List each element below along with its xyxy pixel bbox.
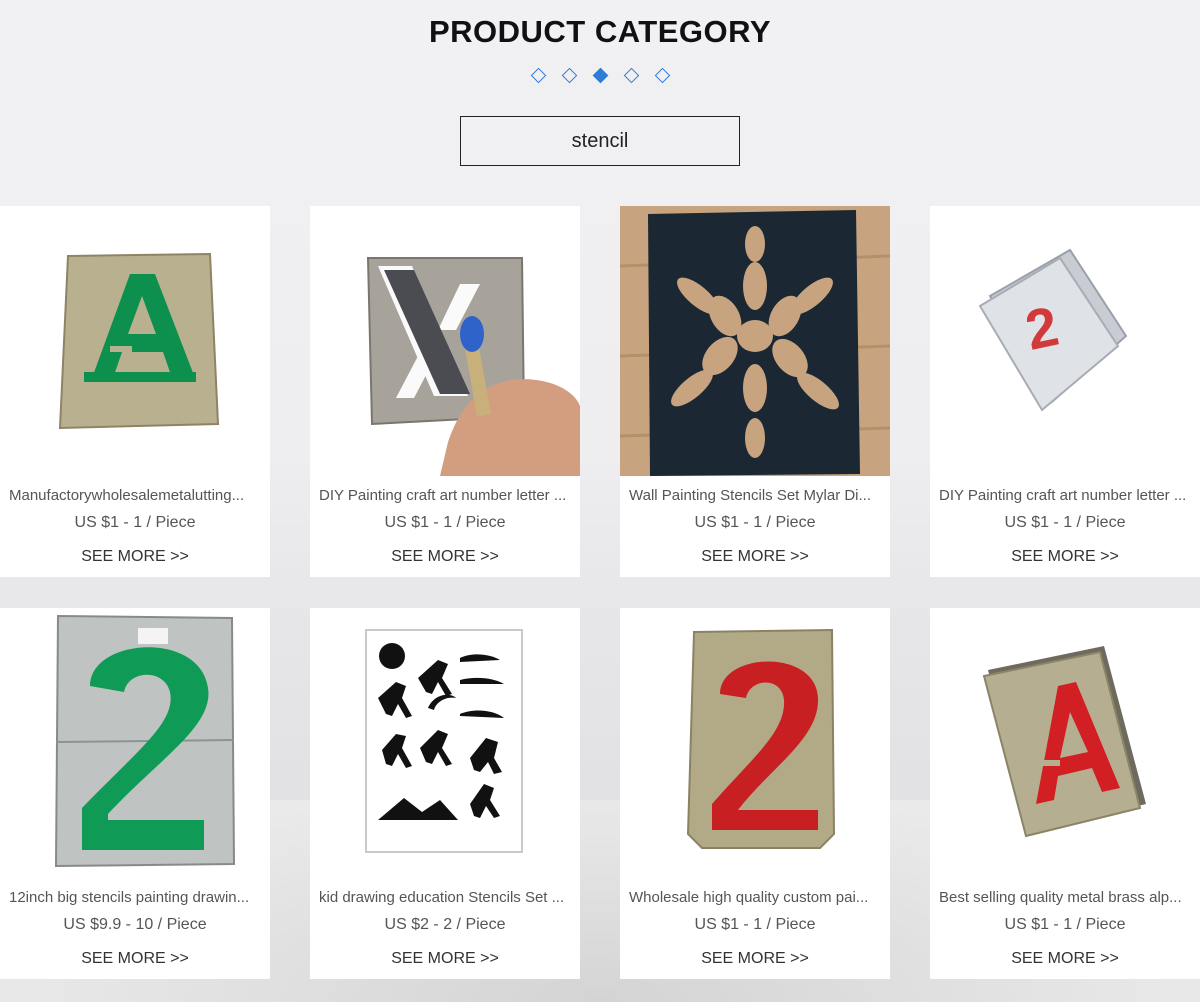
pager-dot[interactable]	[561, 67, 577, 84]
product-name[interactable]: Wholesale high quality custom pai...	[629, 889, 881, 906]
product-name[interactable]: DIY Painting craft art number letter ...	[939, 487, 1191, 504]
product-price: US $1 - 1 / Piece	[694, 514, 816, 531]
see-more-link[interactable]: SEE MORE >>	[310, 548, 580, 566]
product-card[interactable]: Wholesale high quality custom pai... US …	[620, 608, 890, 979]
see-more-link[interactable]: SEE MORE >>	[0, 548, 270, 566]
product-image[interactable]	[0, 608, 270, 878]
see-more-link[interactable]: SEE MORE >>	[620, 548, 890, 566]
category-tab-stencil[interactable]: stencil	[460, 116, 740, 166]
product-image[interactable]	[310, 206, 580, 476]
product-name[interactable]: Wall Painting Stencils Set Mylar Di...	[629, 487, 881, 504]
product-card[interactable]: kid drawing education Stencils Set ... U…	[310, 608, 580, 979]
product-price: US $1 - 1 / Piece	[1004, 514, 1126, 531]
product-price: US $1 - 1 / Piece	[384, 514, 506, 531]
product-price: US $1 - 1 / Piece	[1004, 916, 1126, 933]
product-price: US $1 - 1 / Piece	[694, 916, 816, 933]
pager-dot[interactable]	[530, 67, 546, 84]
product-name[interactable]: DIY Painting craft art number letter ...	[319, 487, 571, 504]
see-more-link[interactable]: SEE MORE >>	[930, 548, 1200, 566]
pager-dot-active[interactable]	[592, 67, 608, 84]
product-name[interactable]: 12inch big stencils painting drawin...	[9, 889, 261, 906]
product-price: US $9.9 - 10 / Piece	[63, 916, 207, 933]
see-more-link[interactable]: SEE MORE >>	[0, 950, 270, 968]
product-image[interactable]	[620, 206, 890, 476]
product-image[interactable]	[620, 608, 890, 878]
product-name[interactable]: kid drawing education Stencils Set ...	[319, 889, 571, 906]
product-price: US $2 - 2 / Piece	[384, 916, 506, 933]
product-card[interactable]: DIY Painting craft art number letter ...…	[310, 206, 580, 577]
product-image[interactable]: 2	[930, 206, 1200, 476]
product-card[interactable]: Best selling quality metal brass alp... …	[930, 608, 1200, 979]
see-more-link[interactable]: SEE MORE >>	[620, 950, 890, 968]
product-image[interactable]	[310, 608, 580, 878]
product-price: US $1 - 1 / Piece	[74, 514, 196, 531]
product-card[interactable]: Wall Painting Stencils Set Mylar Di... U…	[620, 206, 890, 577]
product-image[interactable]	[930, 608, 1200, 878]
product-name[interactable]: Manufactorywholesalemetalutting...	[9, 487, 261, 504]
pager-dot[interactable]	[623, 67, 639, 84]
see-more-link[interactable]: SEE MORE >>	[310, 950, 580, 968]
product-card[interactable]: 2 DIY Painting craft art number letter .…	[930, 206, 1200, 577]
see-more-link[interactable]: SEE MORE >>	[930, 950, 1200, 968]
product-card[interactable]: 12inch big stencils painting drawin... U…	[0, 608, 270, 979]
page-title: PRODUCT CATEGORY	[428, 14, 772, 49]
carousel-pager	[0, 67, 1200, 84]
product-card[interactable]: Manufactorywholesalemetalutting... US $1…	[0, 206, 270, 577]
product-name[interactable]: Best selling quality metal brass alp...	[939, 889, 1191, 906]
product-image[interactable]	[0, 206, 270, 476]
pager-dot[interactable]	[654, 67, 670, 84]
